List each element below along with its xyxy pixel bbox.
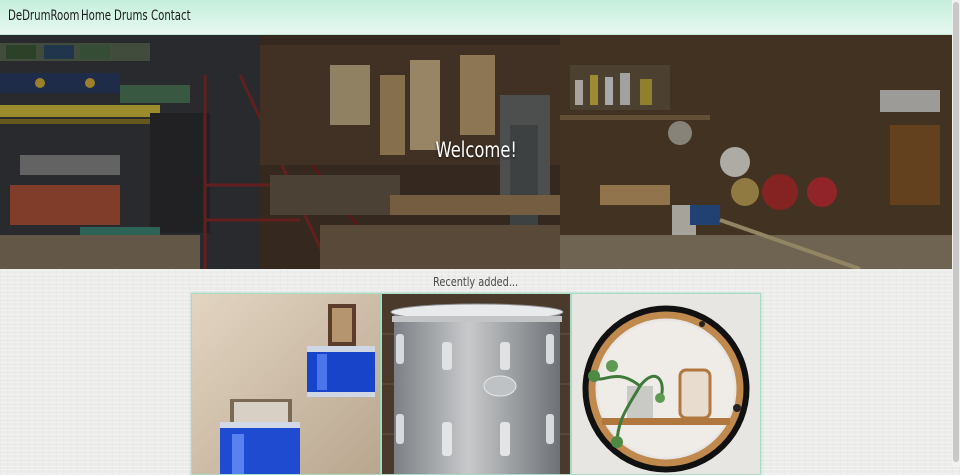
- top-navbar: DeDrumRoom Home Drums Contact: [0, 0, 952, 35]
- blue-drum-wall-shelves-photo: [192, 294, 380, 474]
- recent-item-card[interactable]: [571, 293, 761, 475]
- scrollbar-thumb[interactable]: [953, 2, 959, 462]
- hero-banner: Welcome!: [0, 35, 952, 269]
- hero-welcome-heading: Welcome!: [435, 138, 517, 162]
- nav-link-contact[interactable]: Contact: [151, 8, 191, 24]
- drum-hoop-plant-shelf-photo: [572, 294, 760, 474]
- silver-drum-photo: [382, 294, 570, 474]
- recent-item-card[interactable]: [191, 293, 381, 475]
- nav-link-drums[interactable]: Drums: [114, 8, 148, 24]
- page-scrollbar[interactable]: [952, 0, 960, 467]
- nav-link-home[interactable]: Home: [81, 8, 111, 24]
- recently-added-heading: Recently added...: [433, 274, 519, 289]
- brand-link[interactable]: DeDrumRoom: [8, 8, 79, 24]
- recent-item-card[interactable]: [381, 293, 571, 475]
